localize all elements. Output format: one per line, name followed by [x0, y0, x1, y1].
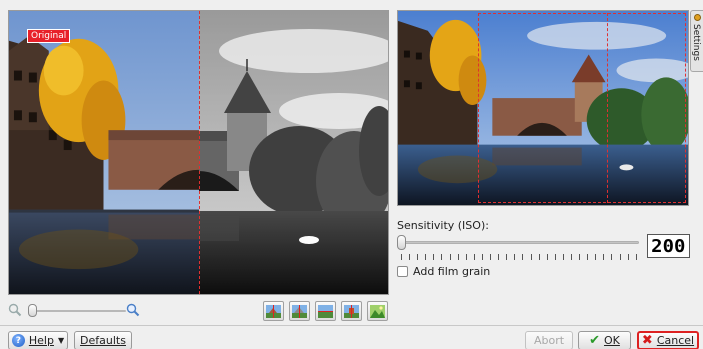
- slider-tick: [603, 254, 605, 260]
- abort-button[interactable]: Abort: [525, 331, 573, 349]
- split-view-icon: [292, 304, 307, 318]
- slider-tick: [546, 254, 548, 260]
- sensitivity-ticks: [401, 254, 637, 260]
- slider-tick: [611, 254, 613, 260]
- zoom-slider-thumb[interactable]: [28, 304, 37, 317]
- zoom-in-icon[interactable]: [126, 303, 140, 317]
- slider-tick: [425, 254, 427, 260]
- original-vs-target-split-button[interactable]: [263, 301, 284, 321]
- settings-icon: [691, 13, 703, 22]
- original-label: Original: [27, 29, 71, 43]
- slider-tick: [409, 254, 411, 260]
- ok-checkmark-icon: ✔: [589, 333, 601, 348]
- add-film-grain-checkbox[interactable]: [397, 265, 408, 277]
- slider-tick: [538, 254, 540, 260]
- slider-tick: [595, 254, 597, 260]
- slider-tick: [554, 254, 556, 260]
- zoom-slider-track[interactable]: [30, 310, 126, 312]
- slider-tick: [457, 254, 459, 260]
- slider-tick: [587, 254, 589, 260]
- slider-tick: [449, 254, 451, 260]
- vertical-split-button[interactable]: [341, 301, 362, 321]
- original-vs-target-split-icon: [266, 304, 281, 318]
- add-film-grain-label[interactable]: Add film grain: [413, 265, 490, 278]
- slider-tick: [579, 254, 581, 260]
- abort-button-label: Abort: [533, 334, 565, 347]
- slider-tick: [433, 254, 435, 260]
- sensitivity-slider-track[interactable]: [399, 241, 639, 244]
- slider-tick: [473, 254, 475, 260]
- target-image-button[interactable]: [367, 301, 388, 321]
- help-icon: ?: [11, 334, 25, 347]
- help-button-label: Help: [28, 334, 54, 347]
- slider-tick: [522, 254, 524, 260]
- defaults-button[interactable]: Defaults: [74, 331, 132, 349]
- slider-tick: [465, 254, 467, 260]
- slider-tick: [417, 254, 419, 260]
- slider-tick: [498, 254, 500, 260]
- slider-tick: [570, 254, 572, 260]
- horizontal-split-icon: [318, 304, 333, 318]
- visible-area-frame[interactable]: [478, 13, 686, 203]
- sensitivity-label: Sensitivity (ISO):: [397, 219, 489, 232]
- cancel-button[interactable]: ✖ Cancel: [637, 331, 699, 349]
- thumbnail-split-line: [607, 13, 608, 203]
- iso-value-display: 200: [647, 234, 690, 258]
- navigation-preview[interactable]: [397, 10, 689, 206]
- photo-grayscale-half: [199, 11, 388, 294]
- ok-button-label: OK: [604, 334, 620, 347]
- split-divider-line[interactable]: [199, 11, 200, 294]
- tab-settings[interactable]: Settings: [690, 10, 703, 72]
- view-mode-buttons: [263, 301, 388, 321]
- slider-tick: [530, 254, 532, 260]
- settings-tab-label: Settings: [691, 24, 702, 61]
- sensitivity-slider-thumb[interactable]: [397, 235, 406, 250]
- split-view-button[interactable]: [289, 301, 310, 321]
- main-preview-image[interactable]: Original: [8, 10, 389, 295]
- slider-tick: [562, 254, 564, 260]
- zoom-out-icon[interactable]: [8, 303, 22, 317]
- slider-tick: [401, 254, 402, 260]
- slider-tick: [481, 254, 483, 260]
- sensitivity-slider[interactable]: [397, 235, 641, 263]
- target-image-icon: [370, 304, 385, 318]
- slider-tick: [506, 254, 508, 260]
- slider-tick: [514, 254, 516, 260]
- defaults-button-label: Defaults: [80, 334, 126, 347]
- slider-tick: [627, 254, 629, 260]
- slider-tick: [635, 254, 637, 260]
- footer-divider: [0, 325, 703, 326]
- slider-tick: [441, 254, 443, 260]
- iso-value: 200: [651, 235, 686, 257]
- slider-tick: [490, 254, 492, 260]
- add-film-grain-row[interactable]: Add film grain: [397, 264, 490, 278]
- cancel-x-icon: ✖: [641, 333, 653, 348]
- cancel-button-label: Cancel: [656, 334, 695, 347]
- slider-tick: [619, 254, 621, 260]
- help-button[interactable]: ? Help ▼: [8, 331, 68, 349]
- dropdown-arrow-icon: ▼: [57, 336, 65, 345]
- ok-button[interactable]: ✔ OK: [578, 331, 631, 349]
- horizontal-split-button[interactable]: [315, 301, 336, 321]
- zoom-control: [8, 303, 140, 319]
- vertical-split-icon: [344, 304, 359, 318]
